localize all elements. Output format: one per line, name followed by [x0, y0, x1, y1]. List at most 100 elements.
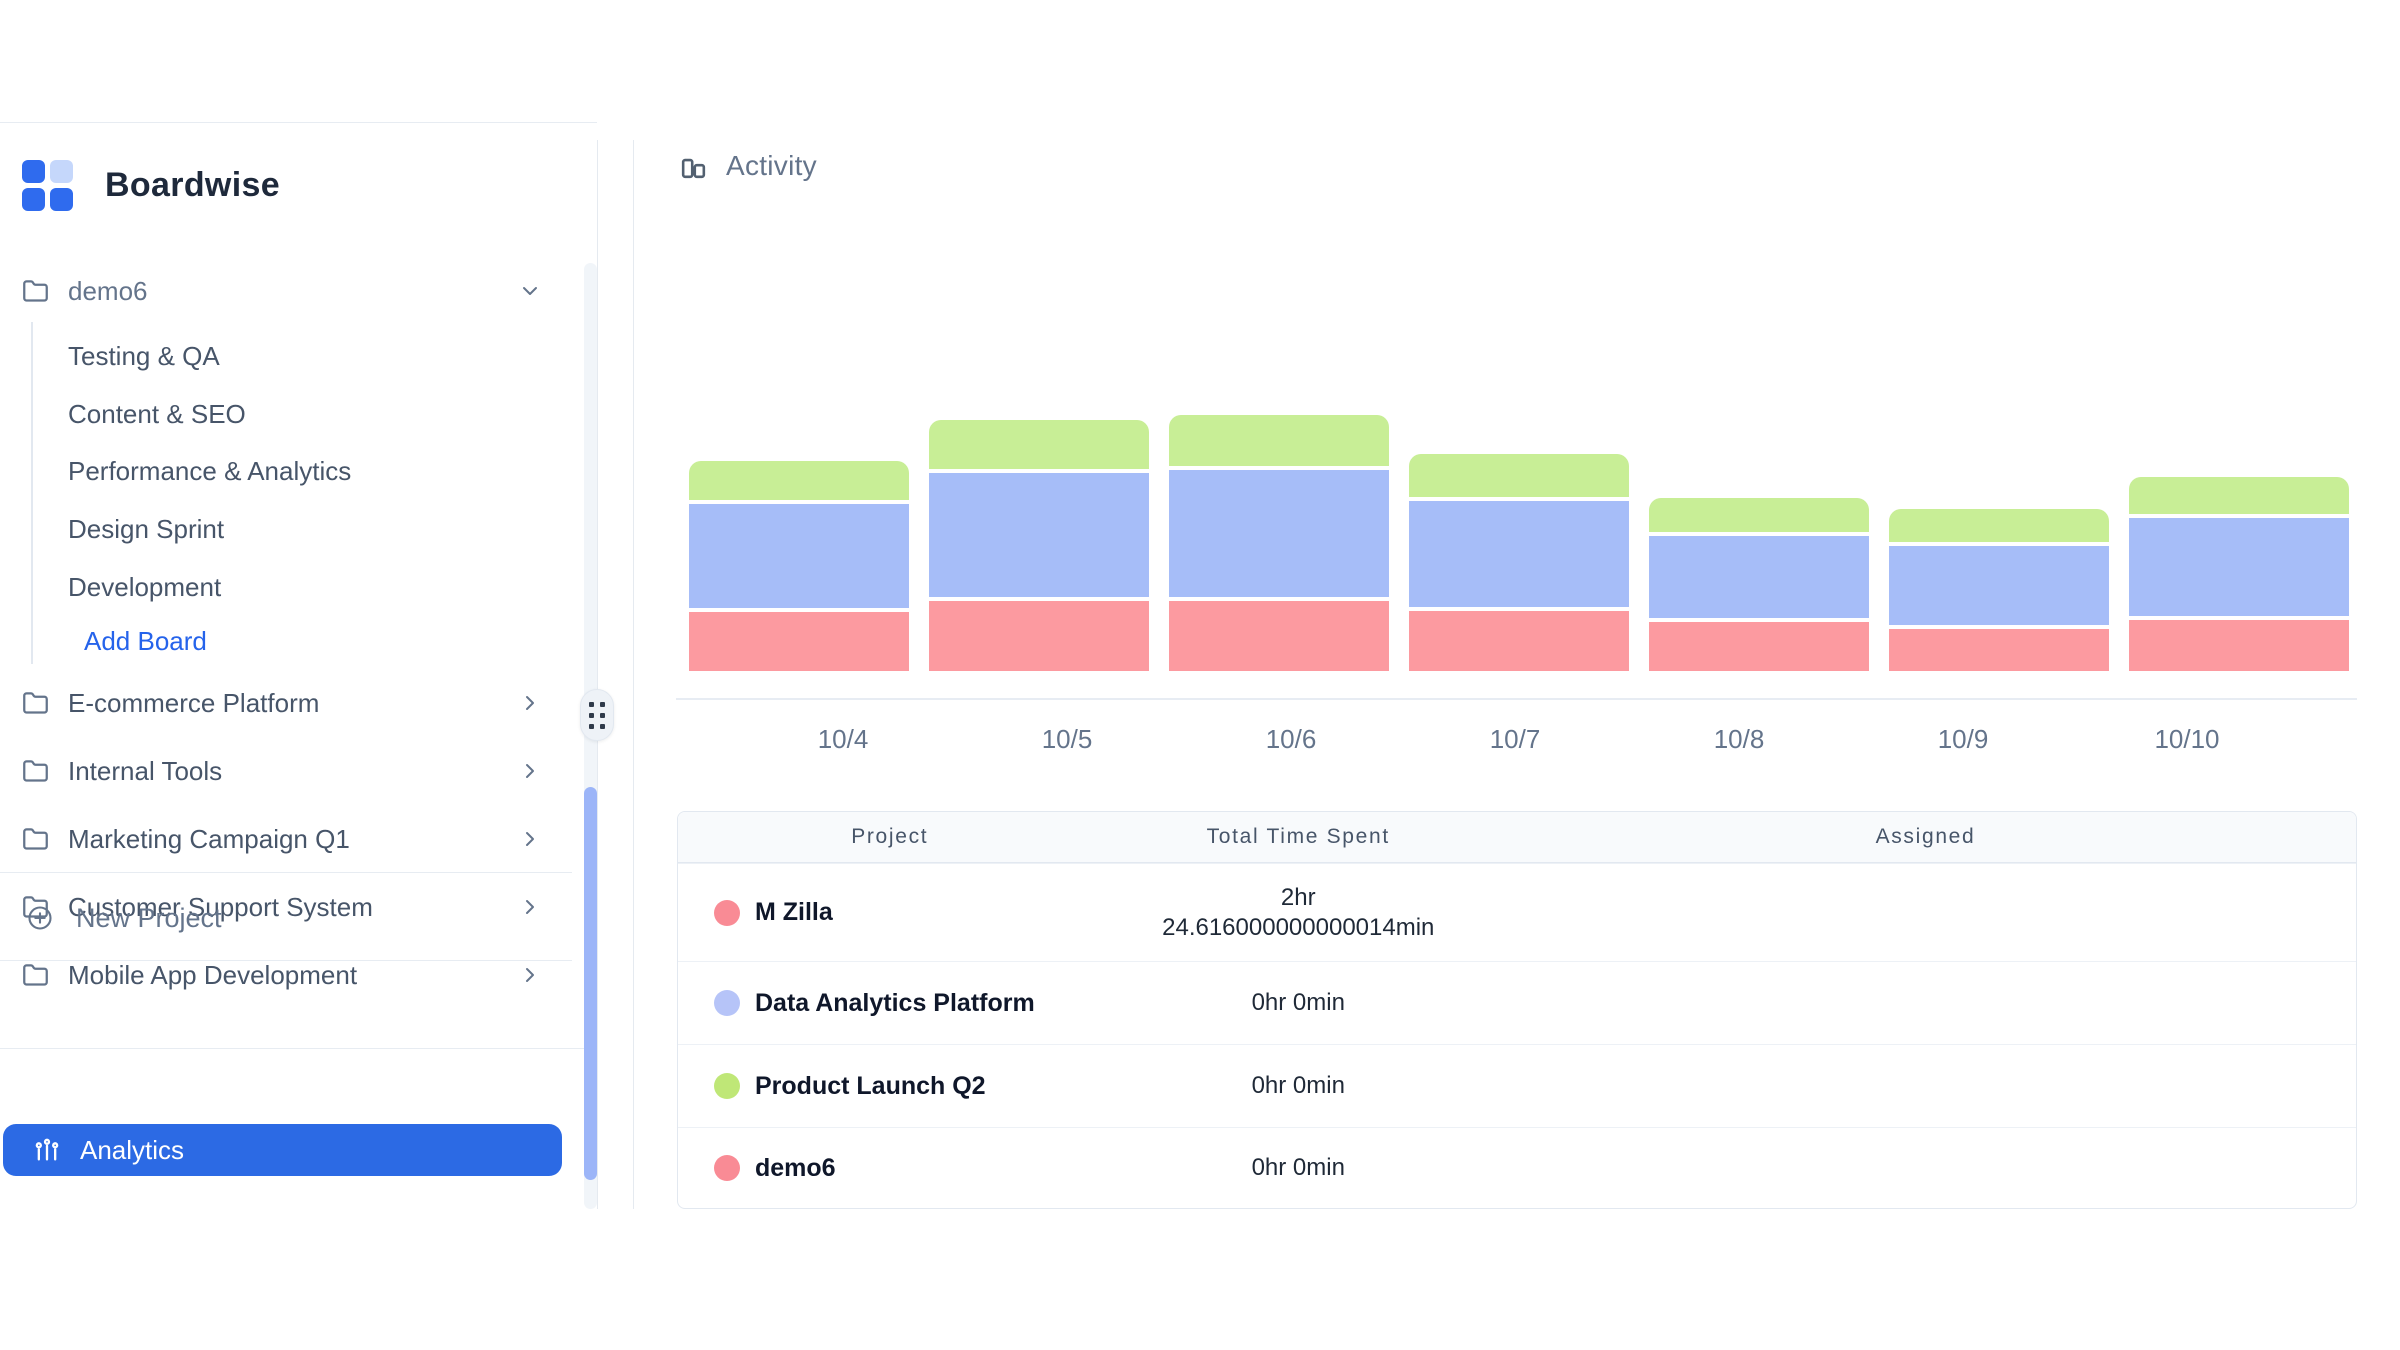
sidebar-item-label: Marketing Campaign Q1 [68, 824, 350, 855]
chevron-down-icon[interactable] [518, 279, 542, 303]
bar-segment-M Zilla / demo6[interactable] [689, 612, 909, 671]
folder-icon [22, 962, 49, 989]
project-color-dot [714, 1073, 740, 1099]
sidebar-item-label: demo6 [68, 276, 148, 307]
bar-10/10[interactable] [2129, 477, 2349, 671]
chevron-right-icon[interactable] [518, 963, 542, 987]
project-color-dot [714, 900, 740, 926]
total-time-cell: 2hr 24.616000000000014min [1102, 883, 1495, 943]
bar-10/4[interactable] [689, 461, 909, 671]
bar-10/5[interactable] [929, 420, 1149, 671]
bar-segment-Product Launch Q2[interactable] [689, 461, 909, 500]
total-time-cell: 0hr 0min [1102, 988, 1495, 1018]
bar-segment-Data Analytics Platform[interactable] [689, 504, 909, 608]
new-project-label: New Project [76, 903, 222, 934]
chevron-right-icon[interactable] [518, 827, 542, 851]
sidebar-item-label: Internal Tools [68, 756, 222, 787]
bar-segment-Product Launch Q2[interactable] [929, 420, 1149, 469]
app-title: Boardwise [105, 166, 280, 205]
total-time-cell: 0hr 0min [1102, 1153, 1495, 1183]
sidebar-board-design-sprint[interactable]: Design Sprint [0, 507, 597, 551]
bar-10/9[interactable] [1889, 509, 2109, 671]
table-row[interactable]: demo6 0hr 0min [678, 1127, 2356, 1208]
x-axis-label: 10/4 [793, 724, 893, 755]
bar-10/8[interactable] [1649, 498, 1869, 671]
sidebar-item-mobile-app-development[interactable]: Mobile App Development [0, 951, 597, 999]
total-time-cell: 0hr 0min [1102, 1071, 1495, 1101]
project-name: M Zilla [755, 898, 833, 927]
x-axis-line [676, 698, 2357, 700]
bar-segment-M Zilla / demo6[interactable] [1649, 622, 1869, 671]
sidebar-scrollbar-thumb[interactable] [584, 787, 597, 1180]
project-color-dot [714, 1155, 740, 1181]
table-header-row: Project Total Time Spent Assigned [678, 812, 2356, 863]
bar-chart-icon [678, 151, 709, 182]
bar-segment-Product Launch Q2[interactable] [1889, 509, 2109, 542]
sidebar-board-performance-analytics[interactable]: Performance & Analytics [0, 449, 597, 493]
x-axis-labels: 10/410/510/610/710/810/910/10 [676, 724, 2357, 758]
column-header-project: Project [678, 825, 1102, 849]
table-row[interactable]: M Zilla 2hr 24.616000000000014min [678, 863, 2356, 961]
chevron-right-icon[interactable] [518, 691, 542, 715]
sidebar-border [597, 140, 598, 1209]
sidebar-item-label: Mobile App Development [68, 960, 357, 991]
bar-segment-M Zilla / demo6[interactable] [1889, 629, 2109, 671]
analytics-button[interactable]: Analytics [3, 1124, 562, 1176]
page-title: Activity [726, 150, 817, 182]
bar-segment-Data Analytics Platform[interactable] [929, 473, 1149, 597]
bar-segment-Data Analytics Platform[interactable] [1649, 536, 1869, 618]
divider [0, 960, 572, 961]
chevron-right-icon[interactable] [518, 759, 542, 783]
table-row[interactable]: Product Launch Q2 0hr 0min [678, 1044, 2356, 1127]
analytics-label: Analytics [80, 1135, 184, 1166]
panel-rail-line [633, 140, 634, 1209]
divider [0, 872, 572, 873]
project-time-table: Project Total Time Spent Assigned M Zill… [677, 811, 2357, 1209]
sidebar-board-testing-qa[interactable]: Testing & QA [0, 334, 597, 378]
sidebar-item-marketing-campaign-q1[interactable]: Marketing Campaign Q1 [0, 815, 597, 863]
table-row[interactable]: Data Analytics Platform 0hr 0min [678, 961, 2356, 1044]
bar-segment-M Zilla / demo6[interactable] [2129, 620, 2349, 671]
bar-segment-Data Analytics Platform[interactable] [1169, 470, 1389, 597]
bar-segment-M Zilla / demo6[interactable] [1169, 601, 1389, 671]
bar-segment-M Zilla / demo6[interactable] [929, 601, 1149, 671]
boardwise-logo-icon [22, 160, 73, 211]
column-header-total-time: Total Time Spent [1102, 825, 1495, 849]
sidebar-item-demo6[interactable]: demo6 [0, 267, 597, 315]
folder-icon [22, 758, 49, 785]
bar-segment-Data Analytics Platform[interactable] [2129, 518, 2349, 616]
bar-10/7[interactable] [1409, 454, 1629, 671]
bar-segment-Data Analytics Platform[interactable] [1409, 501, 1629, 607]
bar-segment-Product Launch Q2[interactable] [2129, 477, 2349, 514]
sidebar: Boardwise demo6 Testing & QA Content & S… [0, 0, 597, 1069]
bar-segment-Product Launch Q2[interactable] [1409, 454, 1629, 497]
bar-segment-Data Analytics Platform[interactable] [1889, 546, 2109, 625]
x-axis-label: 10/6 [1241, 724, 1341, 755]
add-board-label: Add Board [84, 626, 207, 657]
analytics-chart-icon [33, 1136, 61, 1164]
folder-icon [22, 826, 49, 853]
project-name: Product Launch Q2 [755, 1072, 986, 1101]
board-label: Development [68, 572, 221, 603]
app-logo: Boardwise [22, 160, 280, 211]
sidebar-item-internal-tools[interactable]: Internal Tools [0, 747, 597, 795]
project-name: demo6 [755, 1154, 836, 1183]
x-axis-label: 10/5 [1017, 724, 1117, 755]
board-label: Design Sprint [68, 514, 224, 545]
add-board-button[interactable]: Add Board [0, 619, 597, 663]
sidebar-resize-handle[interactable] [580, 689, 614, 741]
x-axis-label: 10/7 [1465, 724, 1565, 755]
folder-icon [22, 690, 49, 717]
sidebar-bottom-divider [0, 1048, 597, 1049]
sidebar-board-content-seo[interactable]: Content & SEO [0, 392, 597, 436]
grip-dots-icon [589, 702, 605, 729]
bar-segment-M Zilla / demo6[interactable] [1409, 611, 1629, 671]
new-project-button[interactable]: New Project [0, 894, 597, 942]
bar-segment-Product Launch Q2[interactable] [1169, 415, 1389, 466]
sidebar-item-ecommerce-platform[interactable]: E-commerce Platform [0, 679, 597, 727]
x-axis-label: 10/8 [1689, 724, 1789, 755]
bar-10/6[interactable] [1169, 415, 1389, 671]
bar-segment-Product Launch Q2[interactable] [1649, 498, 1869, 532]
folder-icon [22, 278, 49, 305]
sidebar-board-development[interactable]: Development [0, 565, 597, 609]
